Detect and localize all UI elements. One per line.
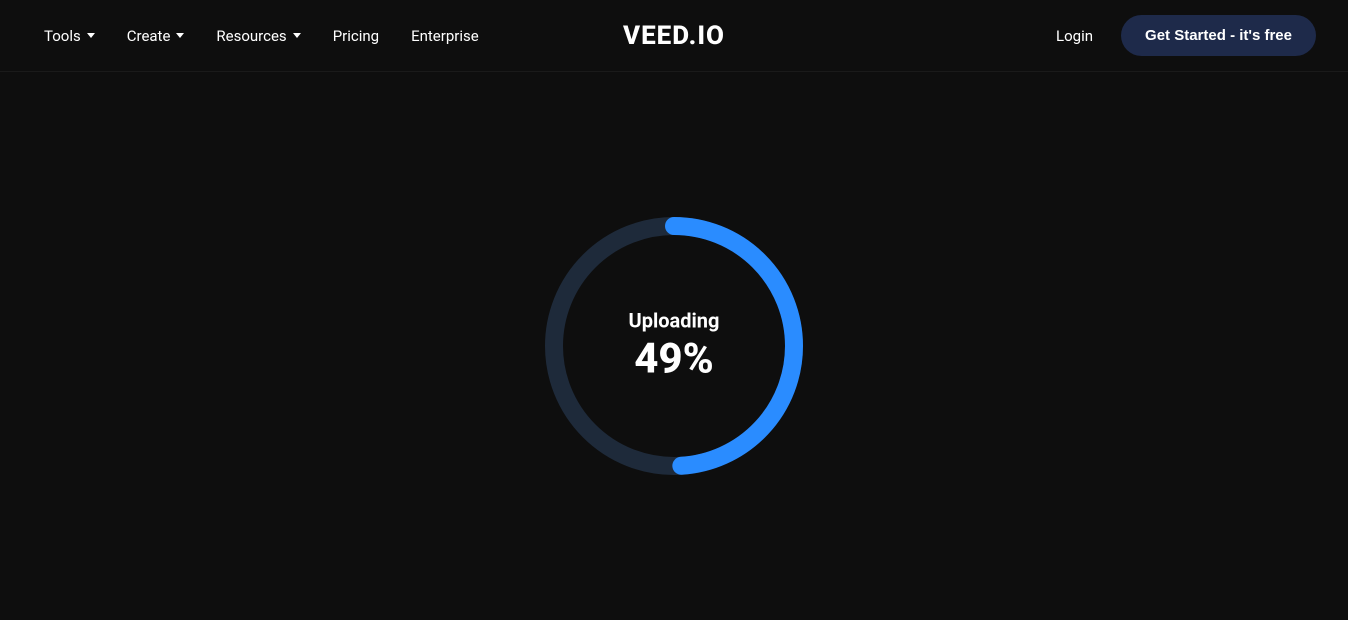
uploading-label: Uploading: [629, 309, 720, 333]
create-label: Create: [127, 27, 171, 45]
upload-container: Uploading 49%: [534, 206, 814, 486]
get-started-button[interactable]: Get Started - it's free: [1121, 15, 1316, 56]
header: Tools Create Resources Pricing Enterpris…: [0, 0, 1348, 72]
resources-menu[interactable]: Resources: [204, 19, 312, 53]
resources-chevron-icon: [293, 33, 301, 38]
nav-left: Tools Create Resources Pricing Enterpris…: [32, 19, 491, 53]
resources-label: Resources: [216, 27, 286, 45]
pricing-link[interactable]: Pricing: [321, 19, 391, 53]
main-content: Uploading 49%: [0, 72, 1348, 620]
progress-text: Uploading 49%: [629, 309, 720, 384]
tools-menu[interactable]: Tools: [32, 19, 107, 53]
tools-chevron-icon: [87, 33, 95, 38]
logo[interactable]: VEED.IO: [623, 21, 725, 51]
enterprise-label: Enterprise: [411, 27, 479, 45]
nav-right: Login Get Started - it's free: [1044, 15, 1316, 56]
tools-label: Tools: [44, 27, 81, 45]
enterprise-link[interactable]: Enterprise: [399, 19, 491, 53]
create-chevron-icon: [176, 33, 184, 38]
login-button[interactable]: Login: [1044, 19, 1105, 53]
uploading-percent: 49%: [629, 335, 720, 384]
pricing-label: Pricing: [333, 27, 379, 45]
progress-circle: Uploading 49%: [534, 206, 814, 486]
create-menu[interactable]: Create: [115, 19, 197, 53]
